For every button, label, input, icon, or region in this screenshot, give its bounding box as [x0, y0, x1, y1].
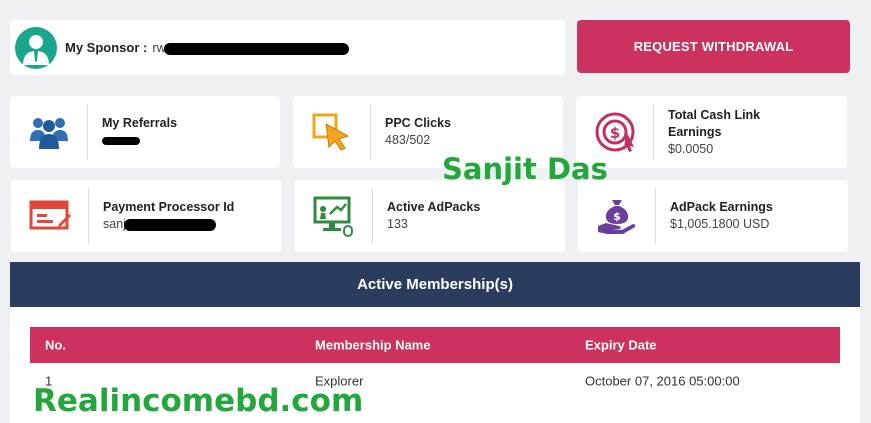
sponsor-label: My Sponsor : — [65, 40, 148, 55]
column-no: No. — [45, 337, 66, 353]
sponsor-avatar-icon — [15, 26, 57, 69]
redaction-mark — [123, 218, 216, 231]
ppc-clicks-label: PPC Clicks — [385, 116, 452, 130]
svg-text:$: $ — [609, 124, 619, 142]
adpack-earnings-label: AdPack Earnings — [670, 200, 773, 214]
ppc-clicks-value: 483/502 — [385, 133, 431, 147]
total-cash-link-card[interactable]: $ Total Cash Link Earnings $0.0050 — [576, 96, 847, 168]
payment-processor-label: Payment Processor Id — [103, 200, 235, 214]
redaction-mark — [102, 136, 140, 145]
sponsor-card: My Sponsor : rw — [10, 20, 565, 75]
cash-link-value: $0.0050 — [668, 141, 714, 156]
payment-form-icon — [11, 188, 89, 244]
money-bag-hand-icon: $ — [578, 188, 656, 244]
active-adpacks-card[interactable]: Active AdPacks 133 — [295, 180, 565, 252]
sponsor-value: rw — [152, 40, 350, 55]
redaction-mark — [164, 42, 350, 55]
payment-processor-card[interactable]: Payment Processor Id sanj — [11, 180, 281, 252]
column-expiry-date: Expiry Date — [585, 337, 657, 353]
request-withdrawal-button[interactable]: REQUEST WITHDRAWAL — [577, 20, 850, 73]
payment-processor-value: sanj — [103, 217, 126, 231]
active-membership-header: Active Membership(s) — [10, 262, 860, 307]
cash-link-label-line2: Earnings — [668, 124, 722, 139]
adpack-earnings-card[interactable]: $ AdPack Earnings $1,005.1800 USD — [578, 180, 848, 252]
cash-link-label-line1: Total Cash Link — [668, 107, 761, 122]
membership-table-header: No. Membership Name Expiry Date — [30, 327, 840, 363]
svg-text:$: $ — [613, 210, 621, 223]
my-referrals-card[interactable]: My Referrals — [10, 96, 280, 168]
users-icon — [10, 104, 88, 160]
column-membership-name: Membership Name — [315, 337, 431, 353]
adpack-earnings-value: $1,005.1800 USD — [670, 217, 770, 231]
watermark-name: Sanjit Das — [442, 152, 608, 186]
active-adpacks-label: Active AdPacks — [387, 200, 481, 214]
ad-monitor-icon — [295, 188, 373, 244]
row-expiry-date: October 07, 2016 05:00:00 — [585, 373, 740, 389]
active-adpacks-value: 133 — [387, 217, 408, 231]
my-referrals-label: My Referrals — [102, 116, 178, 130]
watermark-site: Realincomebd.com — [33, 383, 364, 419]
cursor-click-icon — [293, 104, 371, 160]
